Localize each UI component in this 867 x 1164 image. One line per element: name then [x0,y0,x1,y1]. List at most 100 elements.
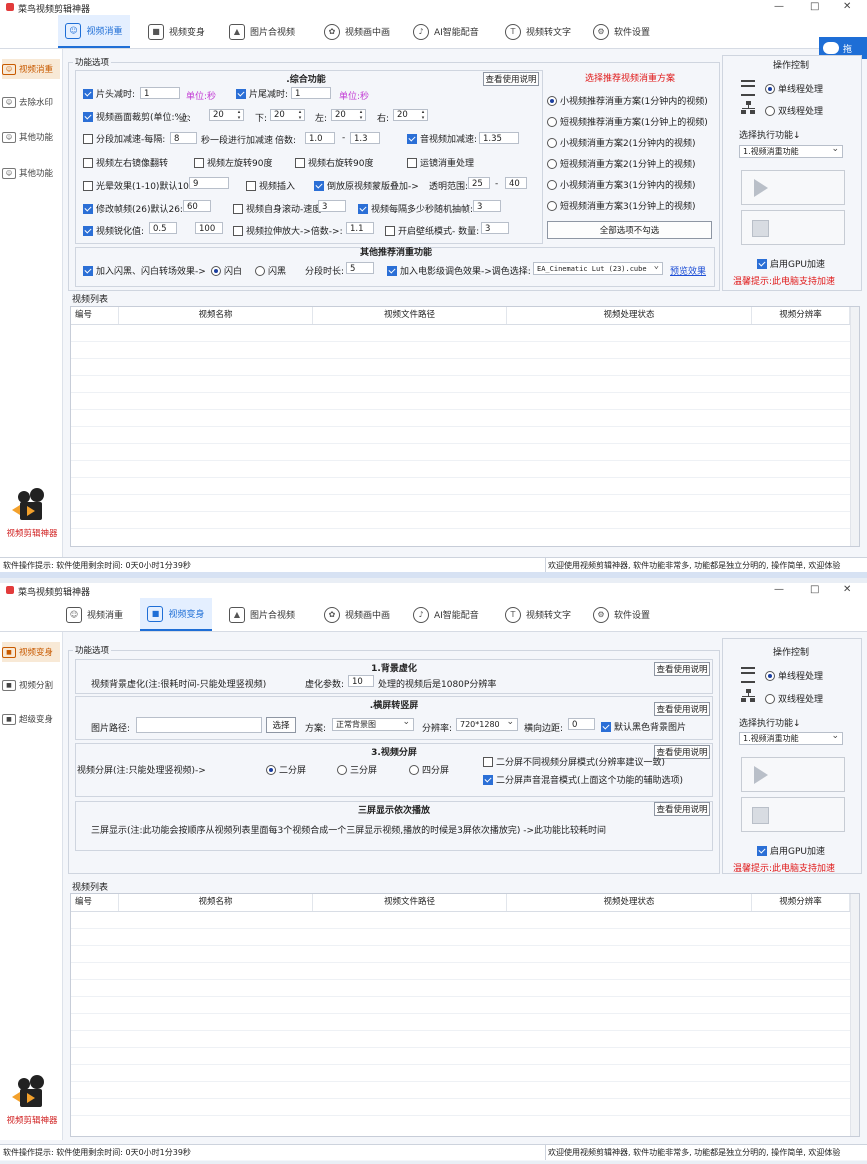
tab-video-dedup[interactable]: ☺ 视频消重 [58,15,130,48]
start-button[interactable] [741,170,845,205]
segment-speed-checkbox[interactable]: 分段加减速-每隔: [83,132,165,145]
scheme-option-1[interactable]: 小视频推荐消重方案(1分钟内的视频) [547,94,708,107]
scheme-option-2[interactable]: 短视频推荐消重方案(1分钟上的视频) [547,115,708,128]
image-path-input[interactable] [136,717,262,733]
tab-picture-in-picture[interactable]: ✿ 视频画中画 [324,598,390,631]
maximize-button[interactable]: □ [810,584,819,595]
audio-speed-checkbox[interactable]: 音视频加减速: [407,132,477,145]
flash-white-radio[interactable]: 闪白 [211,264,242,277]
column-header-id[interactable]: 编号 [71,894,119,911]
sidebar-item-other-2[interactable]: ☺ 其他功能 [2,163,60,183]
column-header-id[interactable]: 编号 [71,307,119,324]
ratio-from-input[interactable]: 1.0 [305,132,335,144]
fps-checkbox[interactable]: 修改帧频(26)默认26: [83,202,183,215]
scroll-speed-input[interactable]: 3 [318,200,346,212]
sidebar-item-video-transform[interactable]: ■ 视频变身 [2,642,60,662]
crop-checkbox[interactable]: 视频画面裁剪(单位:%): [83,110,190,123]
column-header-status[interactable]: 视频处理状态 [507,894,752,911]
rotate-right-checkbox[interactable]: 视频右旋转90度 [295,156,373,169]
tab-ai-voice[interactable]: ♪ AI智能配音 [413,15,479,48]
scheme-option-6[interactable]: 短视频消重方案3(1分钟上的视频) [547,199,695,212]
gpu-checkbox[interactable]: 启用GPU加速 [757,257,825,270]
tail-trim-input[interactable]: 1 [291,87,331,99]
drop-frame-input[interactable]: 3 [473,200,501,212]
tab-picture-in-picture[interactable]: ✿ 视频画中画 [324,15,390,48]
column-header-path[interactable]: 视频文件路径 [313,894,507,911]
minimize-button[interactable]: — [774,584,784,595]
scheme-option-5[interactable]: 小视频消重方案3(1分钟内的视频) [547,178,695,191]
tab-image-to-video[interactable]: ▲ 图片合视频 [229,598,295,631]
split-4-radio[interactable]: 四分屏 [409,763,449,776]
uncheck-all-button[interactable]: 全部选项不勾选 [547,221,712,239]
tab-video-to-text[interactable]: T 视频转文字 [505,598,571,631]
column-header-name[interactable]: 视频名称 [119,307,313,324]
help-button[interactable]: 查看使用说明 [483,72,539,86]
start-button[interactable] [741,757,845,792]
segment-interval-input[interactable]: 8 [170,132,197,144]
sharpen-input[interactable]: 0.5 [149,222,177,234]
stop-button[interactable] [741,797,845,832]
light-effect-input[interactable]: 9 [189,177,229,189]
stop-button[interactable] [741,210,845,245]
crop-bottom-spinner[interactable]: 20 [270,109,305,121]
choose-image-button[interactable]: 选择 [266,717,296,733]
tab-video-to-text[interactable]: T 视频转文字 [505,15,571,48]
self-scroll-checkbox[interactable]: 视频自身滚动-速度: [233,202,324,215]
preview-effect-link[interactable]: 预览效果 [670,264,706,277]
scheme-option-3[interactable]: 小视频消重方案2(1分钟内的视频) [547,136,695,149]
lut-select[interactable]: EA_Cinematic Lut (23).cube [533,260,663,275]
tail-trim-checkbox[interactable]: 片尾减时: [236,87,288,100]
split-3-radio[interactable]: 三分屏 [337,763,377,776]
wallpaper-input[interactable]: 3 [481,222,509,234]
drop-frame-checkbox[interactable]: 视频每隔多少秒随机抽帧: [358,202,473,215]
help-button-blur[interactable]: 查看使用说明 [654,662,710,676]
tab-video-transform[interactable]: ■ 视频变身 [148,15,205,48]
segment-duration-input[interactable]: 5 [346,262,374,274]
sidebar-item-remove-watermark[interactable]: ☺ 去除水印 [2,92,60,112]
scheme-option-4[interactable]: 短视频消重方案2(1分钟上的视频) [547,157,695,170]
column-header-name[interactable]: 视频名称 [119,894,313,911]
wallpaper-checkbox[interactable]: 开启壁纸模式- 数量: [385,224,479,237]
close-button[interactable]: ✕ [843,1,851,12]
tab-settings[interactable]: ⚙ 软件设置 [593,15,650,48]
column-header-path[interactable]: 视频文件路径 [313,307,507,324]
split-2-radio[interactable]: 二分屏 [266,763,306,776]
sidebar-item-super-transform[interactable]: ■ 超级变身 [2,709,60,729]
tab-settings[interactable]: ⚙ 软件设置 [593,598,650,631]
function-select[interactable]: 1.视频消重功能 [739,143,843,158]
sharpen-input-2[interactable]: 100 [195,222,223,234]
audio-speed-input[interactable]: 1.35 [479,132,519,144]
gpu-checkbox[interactable]: 启用GPU加速 [757,844,825,857]
sidebar-item-other-1[interactable]: ☺ 其他功能 [2,127,60,147]
table-scrollbar[interactable] [850,307,859,546]
margin-input[interactable]: 0 [568,718,595,730]
reverse-overlay-checkbox[interactable]: 倒放原视频蒙版叠加-> [314,179,419,192]
fps-input[interactable]: 60 [183,200,211,212]
video-insert-checkbox[interactable]: 视频插入 [246,179,295,192]
video-list-table[interactable]: 编号 视频名称 视频文件路径 视频处理状态 视频分辨率 [70,306,860,547]
sidebar-item-video-dedup[interactable]: ☺ 视频消重 [2,59,60,79]
blur-param-input[interactable]: 10 [348,675,374,687]
column-header-resolution[interactable]: 视频分辨率 [752,307,850,324]
crop-right-spinner[interactable]: 20 [393,109,428,121]
column-header-status[interactable]: 视频处理状态 [507,307,752,324]
motion-dedup-checkbox[interactable]: 运镜消重处理 [407,156,474,169]
column-header-resolution[interactable]: 视频分辨率 [752,894,850,911]
opacity-to-input[interactable]: 40 [505,177,527,189]
video-list-table[interactable]: 编号 视频名称 视频文件路径 视频处理状态 视频分辨率 [70,893,860,1137]
stretch-input[interactable]: 1.1 [346,222,374,234]
resolution-select[interactable]: 720*1280 [456,716,518,731]
rotate-left-checkbox[interactable]: 视频左旋转90度 [194,156,272,169]
stretch-checkbox[interactable]: 视频拉伸放大->倍数->: [233,224,343,237]
split-different-mode-checkbox[interactable]: 二分屏不同视频分屏模式(分辨率建议一致) [483,755,665,768]
sidebar-item-video-split[interactable]: ■ 视频分割 [2,675,60,695]
color-grade-checkbox[interactable]: 加入电影级调色效果->调色选择: [387,264,531,277]
flash-transition-checkbox[interactable]: 加入闪黑、闪白转场效果-> [83,264,206,277]
tab-ai-voice[interactable]: ♪ AI智能配音 [413,598,479,631]
flash-black-radio[interactable]: 闪黑 [255,264,286,277]
function-select[interactable]: 1.视频消重功能 [739,730,843,745]
close-button[interactable]: ✕ [843,584,851,595]
minimize-button[interactable]: — [774,1,784,12]
table-scrollbar[interactable] [850,894,859,1136]
multi-thread-radio[interactable]: 双线程处理 [765,692,823,705]
